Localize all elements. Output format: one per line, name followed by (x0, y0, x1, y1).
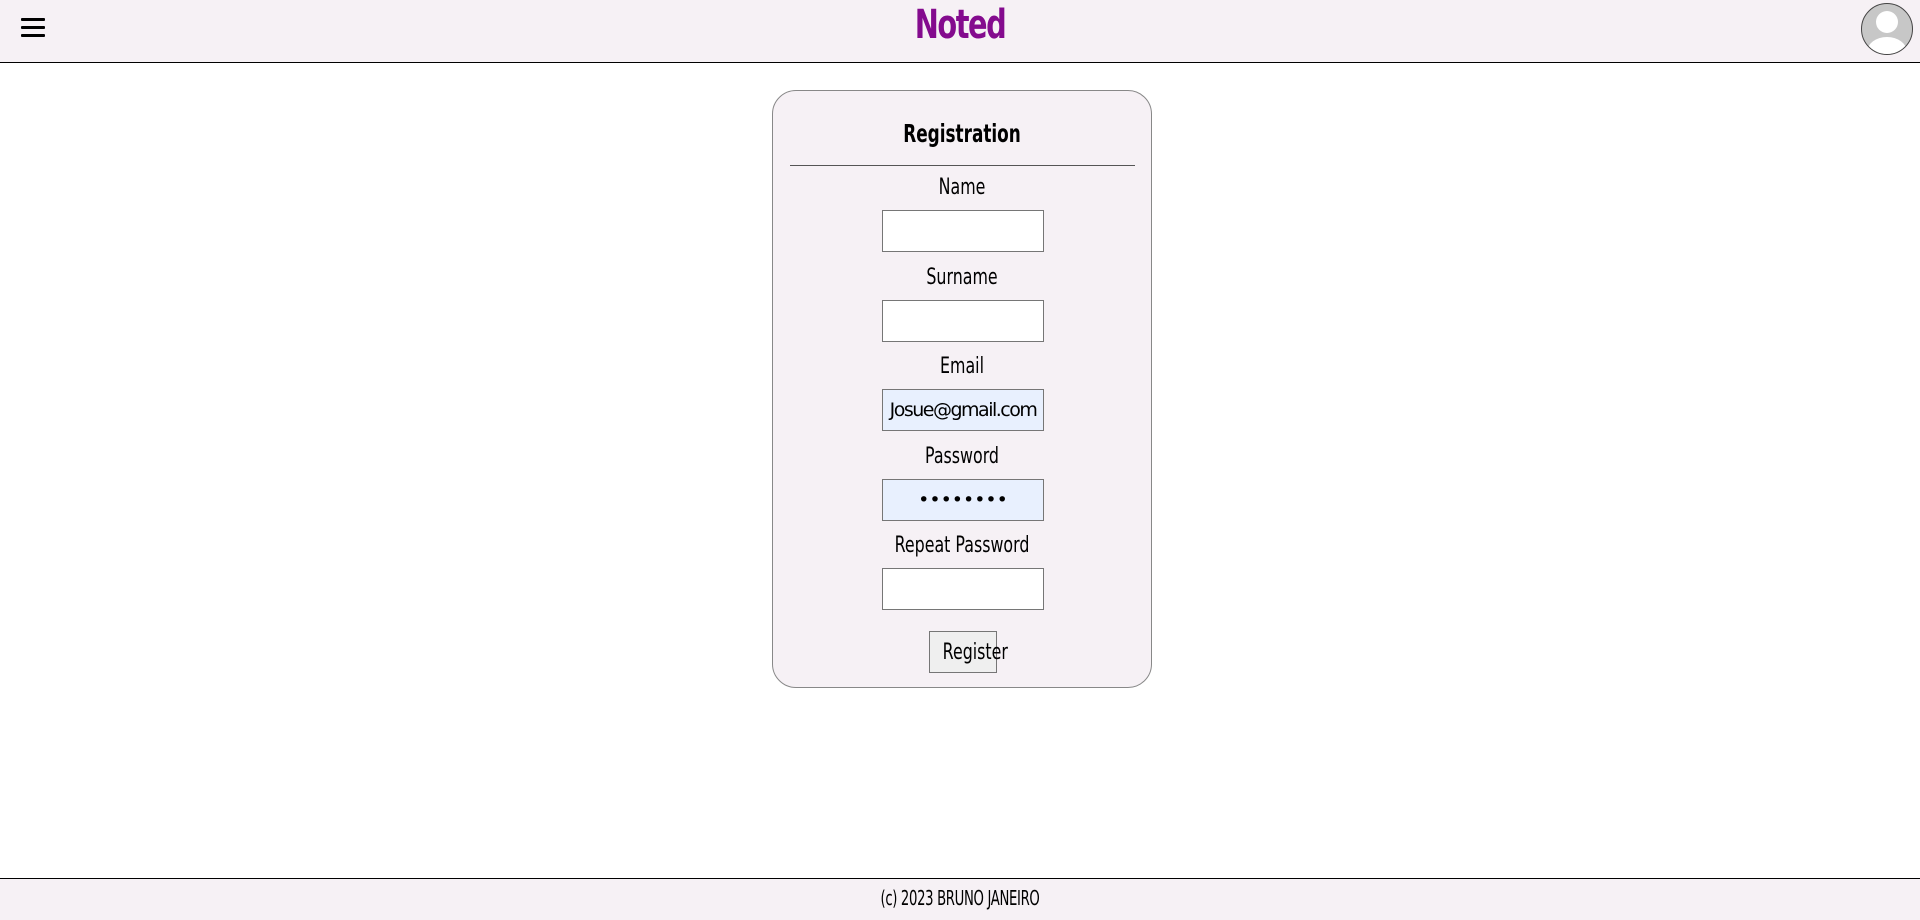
registration-title: Registration (903, 119, 1021, 148)
name-input[interactable] (882, 210, 1044, 252)
page-footer: (c) 2023 BRUNO JANEIRO (0, 878, 1920, 920)
avatar-silhouette (1867, 11, 1907, 54)
surname-input[interactable] (882, 300, 1044, 342)
hamburger-menu-icon[interactable] (21, 18, 45, 38)
registration-card: Registration Name Surname Email Password… (772, 90, 1152, 688)
copyright-text: (c) 2023 BRUNO JANEIRO (880, 886, 1040, 910)
surname-label: Surname (926, 265, 998, 290)
register-button-label: Register (942, 639, 1008, 665)
email-input[interactable] (882, 389, 1044, 431)
repeat-password-label: Repeat Password (894, 533, 1030, 558)
password-label: Password (924, 444, 999, 469)
title-divider (790, 165, 1135, 166)
repeat-password-input[interactable] (882, 568, 1044, 610)
register-button[interactable]: Register (929, 631, 1008, 673)
app-title: Noted (914, 2, 1007, 48)
user-avatar-icon[interactable] (1861, 3, 1913, 55)
email-label: Email (940, 354, 984, 379)
top-navigation-bar: Noted (0, 0, 1920, 63)
name-label: Name (938, 175, 986, 200)
password-input[interactable] (882, 479, 1044, 521)
